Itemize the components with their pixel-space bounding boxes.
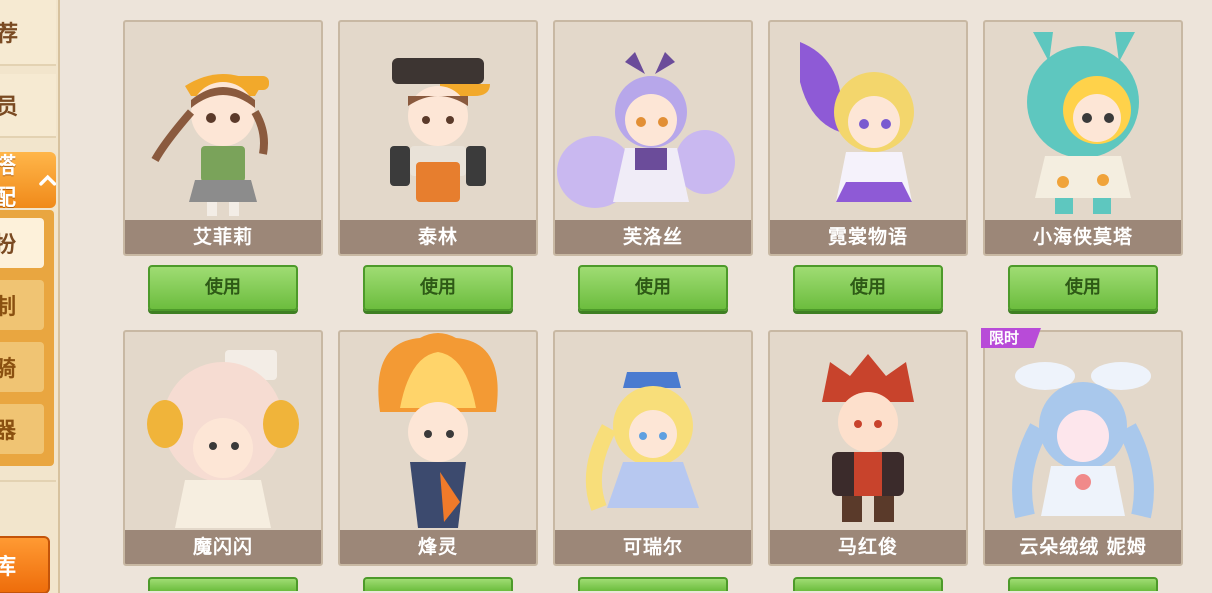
sub-item-label: 骑 — [0, 351, 16, 383]
skin-name: 可瑞尔 — [555, 530, 751, 564]
skin-card[interactable]: 芙洛丝 — [553, 20, 753, 256]
sub-item-label: 器 — [0, 413, 16, 445]
skin-card[interactable]: 小海侠莫塔 — [983, 20, 1183, 256]
use-button[interactable]: 使用 — [1008, 265, 1158, 311]
character-avatar — [147, 350, 299, 528]
character-avatar — [822, 354, 914, 522]
character-avatar — [390, 58, 490, 202]
use-button[interactable] — [578, 577, 728, 591]
sub-item-mount[interactable]: 骑 — [0, 342, 44, 392]
use-button[interactable]: 使用 — [363, 265, 513, 311]
skin-name: 马红俊 — [770, 530, 966, 564]
skin-card[interactable]: 霓裳物语 — [768, 20, 968, 256]
sub-category-panel: 扮 制 骑 器 — [0, 210, 54, 466]
sidebar-item-label: 员 — [0, 89, 18, 121]
skin-card[interactable]: 魔闪闪 — [123, 330, 323, 566]
character-avatar — [1027, 32, 1139, 214]
skin-card[interactable]: 艾菲莉 — [123, 20, 323, 256]
sub-item-label: 扮 — [0, 227, 16, 259]
sub-item-weapon[interactable]: 器 — [0, 404, 44, 454]
skin-name: 烽灵 — [340, 530, 536, 564]
use-button[interactable] — [793, 577, 943, 591]
category-sidebar: 荐 员 搭配 扮 制 骑 器 库 — [0, 0, 60, 593]
sidebar-item-recommend[interactable]: 荐 — [0, 0, 56, 66]
character-avatar — [1012, 362, 1154, 519]
sidebar-item-outfit[interactable]: 搭配 — [0, 152, 56, 211]
skin-name: 魔闪闪 — [125, 530, 321, 564]
warehouse-button-label: 库 — [0, 549, 16, 581]
skin-name: 霓裳物语 — [770, 220, 966, 254]
warehouse-button[interactable]: 库 — [0, 536, 50, 593]
sidebar-item-label: 搭配 — [0, 148, 37, 212]
limited-time-badge: 限时 — [981, 328, 1041, 348]
sub-item-costume[interactable]: 扮 — [0, 218, 44, 268]
sidebar-item-label: 荐 — [0, 16, 18, 48]
skin-name: 芙洛丝 — [555, 220, 751, 254]
character-avatar — [151, 74, 269, 216]
skin-card[interactable]: 烽灵 — [338, 330, 538, 566]
use-button[interactable]: 使用 — [578, 265, 728, 311]
character-avatar — [557, 52, 735, 208]
use-button[interactable]: 使用 — [793, 265, 943, 311]
character-avatar — [585, 372, 699, 511]
skin-card[interactable]: 可瑞尔 — [553, 330, 753, 566]
sidebar-item-member[interactable]: 员 — [0, 74, 56, 138]
use-button[interactable] — [1008, 577, 1158, 591]
skin-name: 云朵绒绒 妮姆 — [985, 530, 1181, 564]
sub-item-custom[interactable]: 制 — [0, 280, 44, 330]
character-avatar — [800, 42, 914, 202]
chevron-up-icon — [38, 174, 56, 186]
sub-item-label: 制 — [0, 289, 16, 321]
skin-card[interactable]: 马红俊 — [768, 330, 968, 566]
use-button[interactable]: 使用 — [148, 265, 298, 311]
character-avatar — [378, 333, 498, 528]
sidebar-divider — [0, 480, 56, 482]
use-button[interactable] — [148, 577, 298, 591]
use-button[interactable] — [363, 577, 513, 591]
skin-card[interactable]: 泰林 — [338, 20, 538, 256]
skin-name: 艾菲莉 — [125, 220, 321, 254]
skin-name: 小海侠莫塔 — [985, 220, 1181, 254]
skin-name: 泰林 — [340, 220, 536, 254]
skin-card[interactable]: 云朵绒绒 妮姆 — [983, 330, 1183, 566]
